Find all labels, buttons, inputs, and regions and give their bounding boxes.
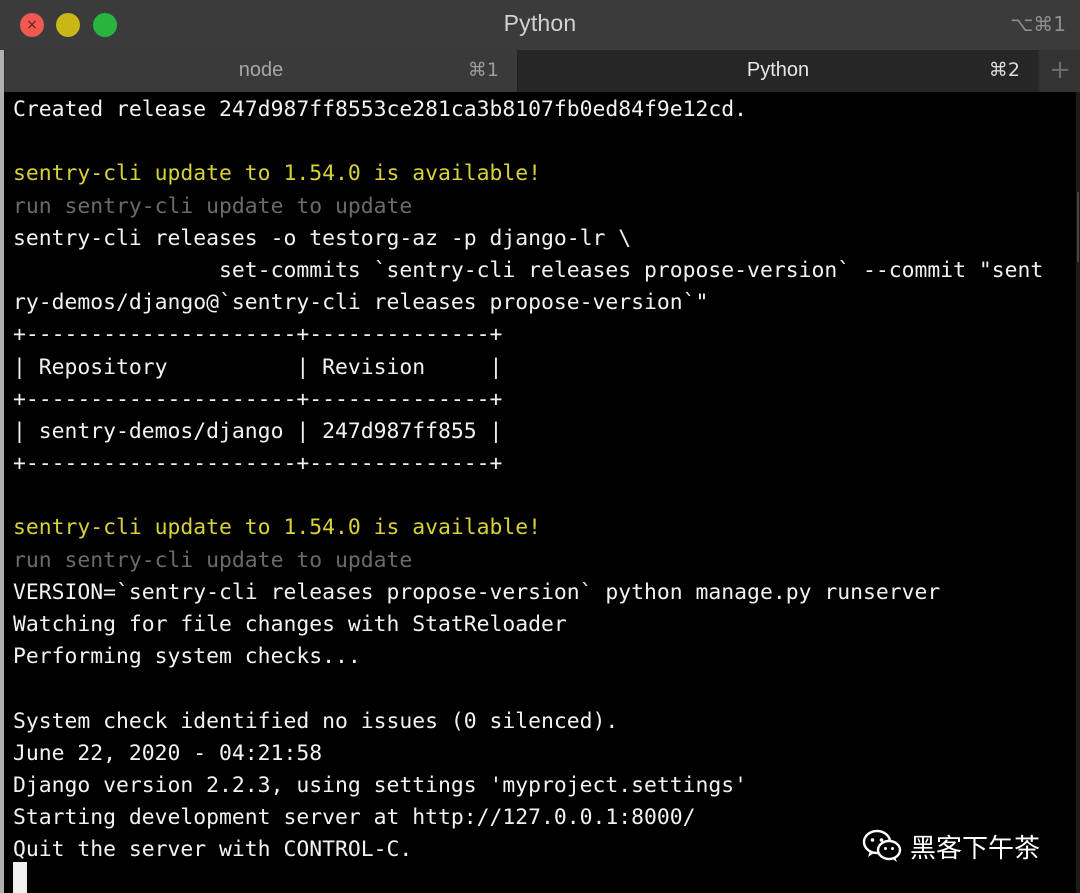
tab-python[interactable]: Python ⌘2 <box>518 50 1038 92</box>
terminal-line: | Repository | Revision | <box>13 354 503 380</box>
window-title: Python <box>503 10 577 36</box>
terminal-cursor <box>13 862 27 893</box>
terminal-line: Created release 247d987ff8553ce281ca3b81… <box>13 97 748 122</box>
wechat-icon <box>862 829 902 862</box>
watermark-text: 黑客下午茶 <box>910 833 1041 864</box>
terminal-line: +---------------------+--------------+ <box>13 386 503 412</box>
terminal-line: +---------------------+--------------+ <box>13 322 503 348</box>
terminal-output[interactable]: Created release 247d987ff8553ce281ca3b81… <box>13 94 1073 893</box>
watermark: 黑客下午茶 <box>862 826 1040 866</box>
terminal-line: run sentry-cli update to update <box>13 193 413 219</box>
tab-shortcut: ⌘1 <box>467 59 499 81</box>
terminal-line: VERSION=`sentry-cli releases propose-ver… <box>13 579 941 605</box>
terminal-line: ry-demos/django@`sentry-cli releases pro… <box>13 290 709 316</box>
terminal-line: run sentry-cli update to update <box>13 547 413 573</box>
terminal-line: Watching for file changes with StatReloa… <box>13 612 567 637</box>
terminal-line: | sentry-demos/django | 247d987ff855 | <box>13 418 503 444</box>
terminal-line: June 22, 2020 - 04:21:58 <box>13 740 323 766</box>
tab-label: node <box>238 59 284 81</box>
window-shortcut: ⌥⌘1 <box>1010 12 1066 36</box>
scrollbar-thumb[interactable] <box>1077 192 1079 262</box>
terminal-line: set-commits `sentry-cli releases propose… <box>13 257 1044 283</box>
window-border <box>0 50 4 893</box>
terminal-line: sentry-cli releases -o testorg-az -p dja… <box>13 225 632 251</box>
terminal-line: +---------------------+--------------+ <box>13 451 503 477</box>
terminal-line: sentry-cli update to 1.54.0 is available… <box>13 515 542 541</box>
terminal-line: System check identified no issues (0 sil… <box>13 708 619 734</box>
new-tab-button[interactable]: + <box>1040 50 1080 92</box>
title-bar[interactable]: × Python ⌥⌘1 <box>0 0 1080 51</box>
tab-shortcut: ⌘2 <box>988 59 1020 81</box>
scrollbar-track[interactable] <box>1076 92 1080 893</box>
terminal-line: sentry-cli update to 1.54.0 is available… <box>13 161 542 187</box>
tab-label: Python <box>746 59 810 81</box>
terminal-line: Django version 2.2.3, using settings 'my… <box>13 772 748 798</box>
terminal-line: Performing system checks... <box>13 644 361 670</box>
tab-node[interactable]: node ⌘1 <box>5 50 518 92</box>
terminal-window: × Python ⌥⌘1 node ⌘1 Python ⌘2 + Created… <box>0 0 1080 893</box>
tab-bar: node ⌘1 Python ⌘2 + <box>0 50 1080 92</box>
